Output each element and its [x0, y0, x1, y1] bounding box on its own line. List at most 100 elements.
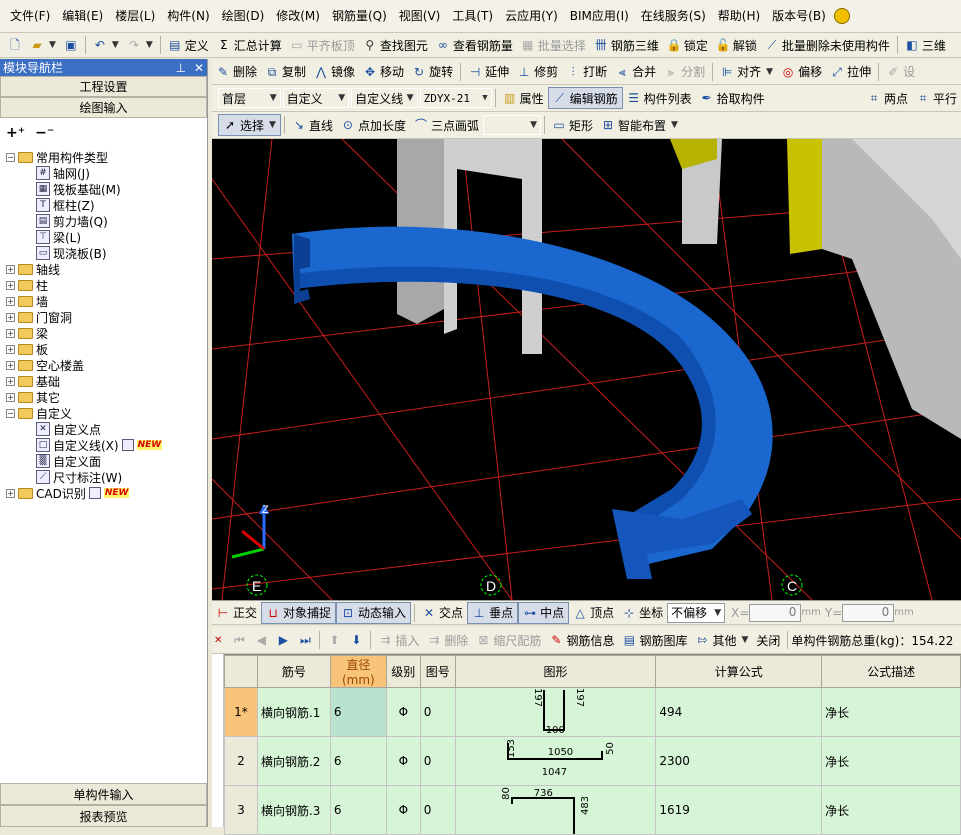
move-down-button[interactable]: ⬇ — [345, 629, 367, 651]
panel-close-icon[interactable]: ✕ — [214, 635, 222, 646]
split-button[interactable]: ⫸ 分割 — [660, 61, 709, 83]
helmet-icon[interactable] — [833, 8, 850, 24]
select-button[interactable]: ➚ 选择 ▼ — [218, 114, 281, 136]
expand-icon[interactable]: + — [6, 296, 15, 306]
stretch-button[interactable]: ⤢ 拉伸 — [826, 61, 875, 83]
tree-node[interactable]: ▒ 自定义面 — [6, 453, 205, 469]
cell-figure-no[interactable]: 0 — [419, 736, 456, 786]
properties-button[interactable]: ▥ 属性 — [499, 87, 548, 109]
cell-formula[interactable]: 1619 — [655, 785, 823, 835]
close-grid-button[interactable]: 关闭 — [752, 629, 784, 651]
floor-select[interactable]: 首层 ▼ — [218, 88, 281, 108]
next-record-button[interactable]: ▶ — [272, 629, 294, 651]
last-record-button[interactable]: ⏭ — [294, 629, 316, 651]
offset-button[interactable]: ◎ 偏移 — [777, 61, 826, 83]
tree-node[interactable]: T 框柱(Z) — [6, 197, 205, 213]
rotate-button[interactable]: ↻ 旋转 — [408, 61, 457, 83]
cell-bar-no[interactable]: 横向钢筋.1 — [256, 687, 331, 737]
cell-bar-no[interactable]: 横向钢筋.2 — [256, 736, 331, 786]
ortho-button[interactable]: ⊢ 正交 — [212, 602, 261, 624]
lock-button[interactable]: 🔒 锁定 — [663, 34, 712, 56]
project-settings-button[interactable]: 工程设置 — [0, 76, 207, 97]
new-file-button[interactable]: 🗋 — [4, 34, 26, 56]
trim-button[interactable]: ⊥ 修剪 — [513, 61, 562, 83]
component-list-button[interactable]: ☰ 构件列表 — [623, 87, 696, 109]
tree-node[interactable]: ⟋ 尺寸标注(W) — [6, 469, 205, 485]
cell-shape[interactable]: 80 736 483 — [454, 785, 657, 835]
type-select[interactable]: 自定义 ▼ — [282, 88, 350, 108]
menu-floor[interactable]: 楼层(L) — [109, 0, 161, 32]
row-index[interactable]: 1* — [224, 687, 258, 737]
pick-component-button[interactable]: ✒ 拾取构件 — [696, 87, 769, 109]
tree-node[interactable]: + 轴线 — [6, 261, 205, 277]
tree-node[interactable]: ▦ 筏板基础(M) — [6, 181, 205, 197]
cell-diameter[interactable]: 6 — [329, 687, 387, 737]
coordinate-button[interactable]: ⊹ 坐标 — [618, 602, 667, 624]
parallel-button[interactable]: ⌗ 平行 — [912, 87, 961, 109]
arc-mode-select[interactable]: ▼ — [482, 115, 541, 135]
three-d-button[interactable]: ◧ 三维 — [901, 34, 950, 56]
y-input[interactable]: 0 — [842, 603, 895, 622]
tree-node[interactable]: + CAD识别 NEW — [6, 485, 205, 501]
expand-icon[interactable]: + — [6, 392, 15, 402]
expand-icon[interactable]: + — [6, 264, 15, 274]
rebar-3d-button[interactable]: 卌钢筋三维 — [590, 34, 663, 56]
tree-node[interactable]: ✕ 自定义点 — [6, 421, 205, 437]
expand-icon[interactable]: + — [6, 376, 15, 386]
row-index[interactable]: 3 — [224, 785, 258, 835]
expand-icon[interactable]: + — [6, 360, 15, 370]
first-record-button[interactable]: ⏮ — [228, 629, 250, 651]
header-shape[interactable]: 图形 — [454, 655, 657, 688]
menu-component[interactable]: 构件(N) — [161, 0, 215, 32]
menu-edit[interactable]: 编辑(E) — [56, 0, 109, 32]
menu-online[interactable]: 在线服务(S) — [635, 0, 712, 32]
menu-tools[interactable]: 工具(T) — [446, 0, 499, 32]
tree-node[interactable]: + 墙 — [6, 293, 205, 309]
component-name-select[interactable]: ZDYX-21 ▼ — [419, 88, 492, 108]
open-file-button[interactable]: ▰ ▼ — [26, 34, 60, 56]
batch-delete-unused-button[interactable]: ⟋ 批量删除未使用构件 — [761, 34, 894, 56]
move-button[interactable]: ✥ 移动 — [359, 61, 408, 83]
other-button[interactable]: ⇰ 其他 ▼ — [691, 629, 752, 651]
single-component-input-button[interactable]: 单构件输入 — [0, 783, 207, 805]
unlock-button[interactable]: 🔓 解锁 — [712, 34, 761, 56]
scale-rebar-button[interactable]: ⊠ 缩尺配筋 — [472, 629, 545, 651]
tree-node[interactable]: + 空心楼盖 — [6, 357, 205, 373]
smart-layout-button[interactable]: ⊞ 智能布置 ▼ — [597, 114, 682, 136]
expand-icon[interactable]: + — [6, 280, 15, 290]
expand-all-icon[interactable]: +⁺ — [6, 125, 25, 141]
move-up-button[interactable]: ⬆ — [323, 629, 345, 651]
save-button[interactable]: ▣ — [60, 34, 82, 56]
pin-icon[interactable]: ⊥ — [175, 61, 185, 75]
delete-row-button[interactable]: ⇉ 删除 — [423, 629, 472, 651]
undo-button[interactable]: ↶ ▼ — [89, 34, 123, 56]
x-input[interactable]: 0 — [749, 603, 802, 622]
tree-node[interactable]: ▤ 剪力墙(Q) — [6, 213, 205, 229]
tree-node[interactable]: ⊤ 梁(L) — [6, 229, 205, 245]
expand-icon[interactable]: + — [6, 312, 15, 322]
object-snap-button[interactable]: ⊔ 对象捕捉 — [261, 601, 337, 624]
align-slab-top-button[interactable]: ▭ 平齐板顶 — [286, 34, 359, 56]
menu-modify[interactable]: 修改(M) — [270, 0, 326, 32]
menu-version[interactable]: 版本号(B) — [766, 0, 832, 32]
close-icon[interactable]: ✕ — [194, 61, 204, 75]
collapse-icon[interactable]: − — [6, 152, 15, 162]
line-button[interactable]: ↘ 直线 — [288, 114, 337, 136]
header-diameter[interactable]: 直径(mm) — [329, 655, 387, 688]
point-length-button[interactable]: ⊙ 点加长度 — [337, 114, 410, 136]
merge-button[interactable]: ⫷ 合并 — [611, 61, 660, 83]
header-figure-no[interactable]: 图号 — [419, 655, 456, 688]
edit-rebar-button[interactable]: ⟋ 编辑钢筋 — [547, 87, 623, 109]
row-index[interactable]: 2 — [224, 736, 258, 786]
table-row[interactable]: 3 横向钢筋.3 6 Φ 0 80 736 483 1619 净长 — [224, 785, 961, 835]
cell-description[interactable]: 净长 — [821, 736, 961, 786]
tree-node[interactable]: □ 自定义线(X) NEW — [6, 437, 205, 453]
tree-node[interactable]: + 梁 — [6, 325, 205, 341]
cell-figure-no[interactable]: 0 — [419, 785, 456, 835]
header-grade[interactable]: 级别 — [385, 655, 421, 688]
midpoint-button[interactable]: ⊶ 中点 — [518, 601, 570, 624]
cell-grade[interactable]: Φ — [385, 687, 421, 737]
settings-button[interactable]: ✐ 设 — [882, 61, 919, 83]
offset-mode-select[interactable]: 不偏移 ▼ — [667, 602, 726, 623]
vertex-button[interactable]: △ 顶点 — [569, 602, 618, 624]
